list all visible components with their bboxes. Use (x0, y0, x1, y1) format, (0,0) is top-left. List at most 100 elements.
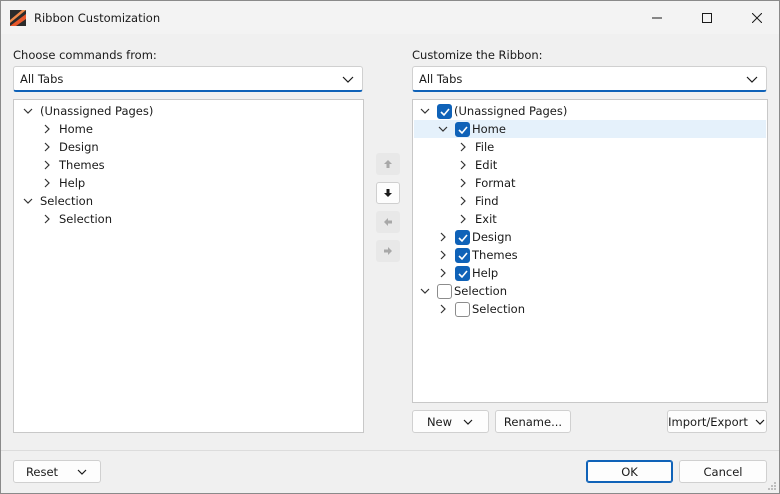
tree-node-label: Home (472, 122, 506, 136)
resize-grip-icon[interactable] (767, 481, 777, 491)
minimize-icon (652, 17, 662, 18)
chevron-right-icon[interactable] (41, 123, 53, 135)
tree-node[interactable]: Design (437, 228, 512, 246)
tree-node[interactable]: Selection (437, 300, 525, 318)
close-button[interactable] (732, 1, 780, 34)
tree-node[interactable]: Home (437, 120, 506, 138)
tree-node[interactable]: Selection (41, 210, 112, 228)
tree-node-label: Themes (59, 158, 105, 172)
checkmark-icon (458, 233, 468, 242)
title-bar[interactable]: Ribbon Customization (1, 1, 779, 34)
import-export-button[interactable]: Import/Export (667, 410, 767, 433)
chevron-right-icon[interactable] (41, 159, 53, 171)
checkbox[interactable] (455, 247, 470, 263)
arrow-down-icon (384, 189, 392, 197)
checkbox[interactable] (455, 121, 470, 137)
chevron-right-icon[interactable] (437, 231, 449, 243)
arrow-up-icon (384, 160, 392, 168)
tree-node[interactable]: Find (457, 192, 499, 210)
chevron-down-icon (77, 469, 87, 475)
move-left-button[interactable] (376, 211, 400, 233)
tree-node[interactable]: Format (457, 174, 516, 192)
minimize-button[interactable] (632, 1, 682, 34)
tree-node[interactable]: Help (41, 174, 85, 192)
tree-node-label: Exit (475, 212, 497, 226)
cancel-button[interactable]: Cancel (679, 460, 767, 483)
chevron-right-icon[interactable] (457, 177, 469, 189)
footer-separator (1, 450, 779, 451)
tree-node[interactable]: Help (437, 264, 498, 282)
tree-node[interactable]: File (457, 138, 494, 156)
chevron-right-icon[interactable] (457, 213, 469, 225)
checkbox[interactable] (455, 301, 470, 317)
ok-button[interactable]: OK (586, 460, 673, 483)
close-icon (752, 12, 762, 23)
tree-node-label: Format (475, 176, 516, 190)
chevron-down-icon[interactable] (419, 285, 431, 297)
tree-node-label: Selection (40, 194, 93, 208)
rename-button[interactable]: Rename... (495, 410, 571, 433)
chevron-right-icon[interactable] (41, 213, 53, 225)
tree-node-label: Home (59, 122, 93, 136)
reset-button-label: Reset (25, 464, 59, 479)
tree-node[interactable]: (Unassigned Pages) (419, 102, 567, 120)
chevron-right-icon[interactable] (437, 267, 449, 279)
maximize-icon (702, 12, 712, 23)
tree-node[interactable]: Themes (41, 156, 105, 174)
move-right-button[interactable] (376, 240, 400, 262)
tree-node[interactable]: Exit (457, 210, 497, 228)
commands-source-combo[interactable]: All Tabs (13, 66, 363, 92)
cancel-button-label: Cancel (703, 464, 743, 479)
tree-node[interactable]: Themes (437, 246, 518, 264)
ribbon-customization-dialog: Ribbon Customization Choose commands fro… (0, 0, 780, 494)
new-button[interactable]: New (412, 410, 489, 433)
maximize-button[interactable] (682, 1, 732, 34)
chevron-down-icon[interactable] (437, 123, 449, 135)
tree-node[interactable]: Home (41, 120, 93, 138)
checkbox[interactable] (455, 229, 470, 245)
checkmark-icon (458, 251, 468, 260)
chevron-down-icon[interactable] (22, 195, 34, 207)
checkmark-icon (458, 269, 468, 278)
customize-ribbon-label: Customize the Ribbon: (412, 48, 543, 62)
checkbox[interactable] (437, 103, 452, 119)
commands-tree[interactable]: (Unassigned Pages) Home Design Themes He… (13, 99, 364, 433)
tree-node-label: Selection (454, 284, 507, 298)
window-title: Ribbon Customization (34, 11, 161, 25)
arrow-right-icon (384, 247, 392, 255)
chevron-right-icon[interactable] (437, 303, 449, 315)
reset-button[interactable]: Reset (13, 460, 101, 483)
tree-node-label: Help (472, 266, 499, 280)
import-export-label: Import/Export (668, 414, 748, 429)
ribbon-tree[interactable]: (Unassigned Pages) Home File Edit Format… (412, 99, 768, 403)
chevron-down-icon[interactable] (22, 105, 34, 117)
chevron-right-icon[interactable] (41, 141, 53, 153)
commands-source-value: All Tabs (20, 72, 64, 86)
tree-node-label: Design (59, 140, 99, 154)
tree-node[interactable]: Selection (22, 192, 93, 210)
checkmark-icon (458, 125, 468, 134)
checkbox[interactable] (455, 265, 470, 281)
ribbon-tabs-combo[interactable]: All Tabs (412, 66, 767, 92)
tree-node-label: (Unassigned Pages) (40, 104, 154, 118)
tree-node[interactable]: Selection (419, 282, 507, 300)
chevron-right-icon[interactable] (437, 249, 449, 261)
chevron-down-icon[interactable] (419, 105, 431, 117)
tree-node[interactable]: Edit (457, 156, 497, 174)
checkbox[interactable] (437, 283, 452, 299)
tree-node-label: Help (59, 176, 86, 190)
move-up-button[interactable] (376, 153, 400, 175)
tree-node-label: Edit (475, 158, 498, 172)
chevron-right-icon[interactable] (457, 141, 469, 153)
tree-node[interactable]: (Unassigned Pages) (22, 102, 153, 120)
move-down-button[interactable] (376, 182, 400, 204)
tree-node-label: Find (475, 194, 499, 208)
tree-node-label: (Unassigned Pages) (454, 104, 568, 118)
checkmark-icon (440, 107, 450, 116)
tree-node[interactable]: Design (41, 138, 99, 156)
chevron-right-icon[interactable] (457, 159, 469, 171)
chevron-right-icon[interactable] (41, 177, 53, 189)
chevron-right-icon[interactable] (457, 195, 469, 207)
ribbon-tabs-value: All Tabs (419, 72, 463, 86)
new-button-label: New (426, 414, 453, 429)
